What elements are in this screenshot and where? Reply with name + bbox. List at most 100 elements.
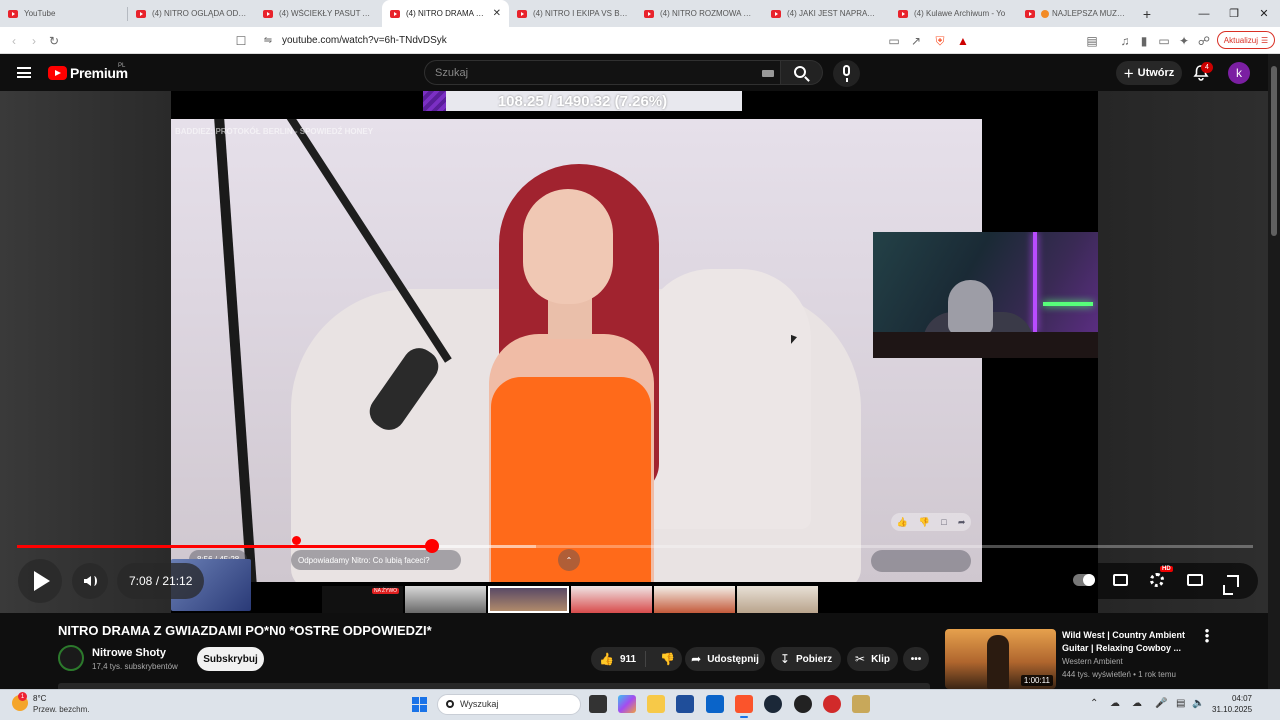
clip-label: Klip [871, 653, 890, 665]
reload-icon[interactable]: ↻ [44, 31, 64, 51]
task-view-icon[interactable] [589, 695, 607, 713]
store-icon[interactable] [676, 695, 694, 713]
create-button[interactable]: + Utwórz [1116, 61, 1182, 85]
download-button[interactable]: ↧ Pobierz [771, 647, 841, 671]
update-button[interactable]: Aktualizuj ☰ [1217, 31, 1275, 49]
vpn-icon[interactable]: ☍ [1194, 31, 1214, 51]
video-player[interactable]: 108.25 / 1490.32 (7.26%) BADDIEZ: PROTOK… [0, 91, 1268, 613]
network-icon[interactable]: ▤ [1176, 698, 1185, 709]
more-vertical-icon[interactable]: • • • [1201, 624, 1213, 647]
search-input[interactable]: Szukaj [424, 60, 781, 85]
cloud-icon[interactable]: ☁ [1132, 698, 1142, 709]
mic-stand-pole [212, 119, 260, 582]
tab-label: (4) JAKI JEST NAPRAWDĘ [787, 9, 882, 18]
browser-tab[interactable]: NAJLEPSZA MUZYKA [1017, 0, 1135, 27]
site-settings-icon[interactable]: ⇋ [258, 30, 278, 50]
steam-icon[interactable] [764, 695, 782, 713]
close-tab-icon[interactable]: ✕ [493, 8, 501, 19]
play-icon [34, 571, 50, 591]
theater-mode-icon[interactable] [1187, 574, 1203, 586]
voice-search-button[interactable] [833, 60, 860, 87]
volume-tray-icon[interactable]: 🔈 [1192, 698, 1204, 709]
dislike-icon[interactable]: 👎 [660, 652, 675, 666]
youtube-play-logo-icon [48, 66, 67, 80]
rewards-triangle-icon[interactable]: ▲ [953, 31, 973, 51]
forward-arrow-icon[interactable]: › [24, 31, 44, 51]
menu-icon: ☰ [1261, 35, 1269, 45]
like-count[interactable]: 911 [620, 654, 636, 665]
browser-tab[interactable]: YouTube [0, 0, 127, 27]
taskbar-search[interactable]: Wyszukaj [437, 694, 581, 715]
play-button[interactable] [18, 559, 62, 603]
browser-tab[interactable]: (4) NITRO I EKIPA VS BADC [509, 0, 636, 27]
fullscreen-icon[interactable] [1223, 575, 1239, 595]
subscribe-button[interactable]: Subskrybuj [197, 647, 264, 671]
taskbar-clock[interactable]: 04:07 31.10.2025 [1212, 693, 1252, 715]
page-scrollbar[interactable] [1268, 54, 1280, 689]
copilot-icon[interactable] [618, 695, 636, 713]
video-progress-bar[interactable] [17, 545, 1253, 548]
app-icon[interactable] [794, 695, 812, 713]
share-button[interactable]: ➦ Udostępnij [685, 647, 765, 671]
tab-label: (4) NITRO DRAMA Z G [406, 9, 489, 18]
mute-button[interactable] [72, 563, 108, 599]
youtube-logo[interactable]: Premium [48, 65, 128, 81]
app-icon[interactable] [852, 695, 870, 713]
browser-tab[interactable]: (4) Kulawe Archiwum - Yo [890, 0, 1017, 27]
channel-avatar[interactable] [58, 645, 84, 671]
tab-label: (4) WŚCIEKŁY PASUT ATAK [279, 9, 374, 18]
browser-tab-active[interactable]: (4) NITRO DRAMA Z G ✕ [382, 0, 509, 27]
comment-icon: □ [941, 517, 947, 527]
account-avatar[interactable]: k [1228, 62, 1250, 84]
recommended-channel[interactable]: Western Ambient [1062, 657, 1123, 666]
file-explorer-icon[interactable] [647, 695, 665, 713]
keyboard-icon[interactable] [762, 70, 774, 77]
hamburger-menu-icon[interactable] [17, 67, 31, 78]
streamer-head [948, 280, 993, 335]
share-icon[interactable]: ↗ [906, 31, 926, 51]
browser-tab[interactable]: (4) WŚCIEKŁY PASUT ATAK [255, 0, 382, 27]
browser-tab[interactable]: (4) NITRO ROZMOWA Z M [636, 0, 763, 27]
sidebar-icon[interactable]: ▤ [1082, 31, 1102, 51]
back-arrow-icon[interactable]: ‹ [4, 31, 24, 51]
onedrive-icon[interactable]: ☁ [1110, 698, 1120, 709]
microphone-tray-icon[interactable]: 🎤 [1155, 698, 1167, 709]
leo-ai-icon[interactable]: ✦ [1174, 31, 1194, 51]
minimize-button[interactable]: — [1188, 0, 1220, 27]
windows-start-icon[interactable] [412, 697, 427, 712]
youtube-favicon-icon [390, 9, 400, 18]
like-dislike-group: 👍 911 👎 [591, 647, 682, 671]
scissors-icon: ✂ [855, 652, 866, 666]
browser-tab[interactable]: (4) JAKI JEST NAPRAWDĘ [763, 0, 890, 27]
channel-name[interactable]: Nitrowe Shoty [92, 647, 166, 659]
recommended-title[interactable]: Wild West | Country Ambient Guitar | Rel… [1062, 629, 1192, 655]
weather-badge: 1 [18, 692, 27, 701]
outlook-icon[interactable] [706, 695, 724, 713]
thumbnail: NA ŻYWO [322, 586, 403, 613]
address-bar[interactable]: ⇋ youtube.com/watch?v=6h-TNdvDSyk [256, 30, 976, 51]
scrollbar-thumb[interactable] [1271, 66, 1277, 236]
app-icon[interactable] [823, 695, 841, 713]
cast-icon[interactable]: ▭ [884, 31, 904, 51]
chevron-up-icon[interactable]: ⌃ [1090, 698, 1098, 709]
bookmark-icon[interactable]: ☐ [231, 31, 251, 51]
recommended-thumbnail[interactable]: 1:00:11 [945, 629, 1056, 689]
new-tab-button[interactable]: + [1135, 0, 1159, 27]
clock-time: 04:07 [1231, 694, 1252, 703]
autoplay-toggle[interactable] [1073, 574, 1095, 586]
reader-icon[interactable]: ▮ [1134, 31, 1154, 51]
brave-browser-icon[interactable] [735, 695, 753, 718]
settings-gear-icon[interactable] [1150, 573, 1164, 587]
wallet-icon[interactable]: ▭ [1154, 31, 1174, 51]
music-icon[interactable]: ♫ [1115, 31, 1135, 51]
more-actions-button[interactable]: ••• [903, 647, 929, 671]
clip-button[interactable]: ✂ Klip [847, 647, 898, 671]
brave-shield-icon[interactable]: ⛨ [930, 31, 950, 51]
subtitles-icon[interactable] [1113, 574, 1128, 586]
restore-button[interactable]: ❐ [1218, 0, 1250, 27]
tab-label: (4) NITRO OGLĄDA ODPC [152, 9, 247, 18]
browser-tab[interactable]: (4) NITRO OGLĄDA ODPC [128, 0, 255, 27]
like-icon[interactable]: 👍 [599, 652, 614, 666]
close-window-button[interactable]: ✕ [1248, 0, 1280, 27]
search-button[interactable] [781, 60, 823, 85]
